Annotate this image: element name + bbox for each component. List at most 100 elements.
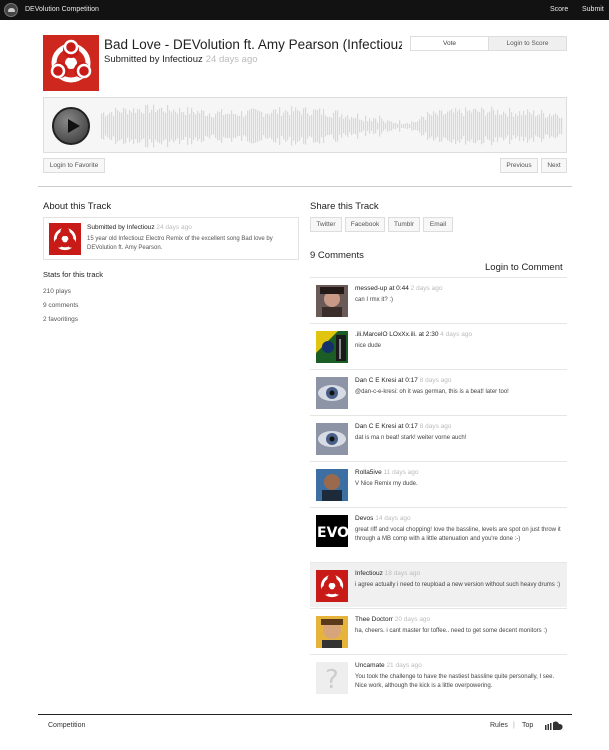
share-heading: Share this Track <box>310 201 379 212</box>
comment-time: 11 days ago <box>383 469 419 476</box>
comment-text: dat is ma n beat! stark! weiter vorne au… <box>355 435 467 441</box>
comment-time: 20 days ago <box>394 616 431 623</box>
track-title: Bad Love - DEVolution ft. Amy Pearson (I… <box>104 37 402 52</box>
share-twitter[interactable]: Twitter <box>310 217 342 232</box>
comment-text: V Nice Remix my dude. <box>355 481 418 487</box>
comment-author: Devos 14 days ago <box>355 515 411 522</box>
about-ago: 24 days ago <box>156 224 192 231</box>
avatar[interactable] <box>316 570 348 602</box>
comment-item: Dan C E Kresi at 0:17 8 days ago dat is … <box>310 415 567 460</box>
about-who: Submitted by Infectiouz 24 days ago <box>87 224 192 231</box>
comment-author-name[interactable]: messed-up at 0:44 <box>355 285 409 292</box>
nav-score[interactable]: Score <box>550 6 568 13</box>
comment-text: nice dude <box>355 343 382 349</box>
comments-list: messed-up at 0:44 2 days ago can I rmx i… <box>310 277 567 705</box>
track-submitted: Submitted by Infectiouz 24 days ago <box>104 54 258 65</box>
share-facebook[interactable]: Facebook <box>345 217 385 232</box>
submitted-ago: 24 days ago <box>205 54 258 65</box>
soundcloud-icon[interactable] <box>545 721 563 730</box>
app-title[interactable]: DEVolution Competition <box>25 6 99 13</box>
comment-time: 4 days ago <box>440 331 473 338</box>
footer-divider <box>38 714 572 715</box>
biohazard-avatar-icon <box>49 223 81 255</box>
about-description: 15 year old Infectiouz Electro Remix of … <box>87 236 273 251</box>
comment-item: Rolla5ive 11 days ago V Nice Remix my du… <box>310 461 567 506</box>
soundcloud-logo-icon[interactable] <box>4 3 18 17</box>
share-tumblr[interactable]: Tumblr <box>388 217 420 232</box>
comment-time: 21 days ago <box>386 662 422 669</box>
avatar[interactable] <box>316 423 348 455</box>
avatar[interactable] <box>316 285 348 317</box>
share-email[interactable]: Email <box>423 217 453 232</box>
biohazard-art-icon <box>43 35 99 91</box>
comment-item: Dan C E Kresi at 0:17 8 days ago @dan-c-… <box>310 369 567 414</box>
avatar[interactable] <box>316 377 348 409</box>
about-heading: About this Track <box>43 201 112 212</box>
footer-rules[interactable]: Rules <box>490 722 508 729</box>
comment-text: @dan-c-e-kresi: oh it was german, this i… <box>355 389 509 395</box>
comment-item: EVO Devos 14 days ago great riff and voc… <box>310 507 567 554</box>
waveform-player <box>43 97 567 153</box>
about-card: Submitted by Infectiouz 24 days ago 15 y… <box>43 217 299 260</box>
about-submitter[interactable]: Submitted by Infectiouz <box>87 224 155 231</box>
comment-item: .ili.MarcelO LOxXx.ili. at 2:30 4 days a… <box>310 323 567 368</box>
comment-item: Infectiouz 18 days ago i agree actually … <box>310 562 567 607</box>
avatar[interactable]: ? <box>316 662 348 694</box>
comment-item: Thee Doctorr 20 days ago ha, cheers. i c… <box>310 608 567 653</box>
footer-competition[interactable]: Competition <box>48 722 85 729</box>
comment-author-name[interactable]: Thee Doctorr <box>355 616 393 623</box>
comment-time: 18 days ago <box>384 570 421 577</box>
comment-item: messed-up at 0:44 2 days ago can I rmx i… <box>310 277 567 322</box>
previous-button[interactable]: Previous <box>500 158 538 173</box>
avatar[interactable]: EVO <box>316 515 348 547</box>
svg-text:?: ? <box>325 665 339 694</box>
favorite-button[interactable]: Login to Favorite <box>43 158 105 173</box>
comment-author: Uncamate 21 days ago <box>355 662 422 669</box>
login-to-comment-link[interactable]: Login to Comment <box>485 262 563 273</box>
comment-time: 8 days ago <box>419 377 452 384</box>
avatar[interactable] <box>316 616 348 648</box>
comments-heading: 9 Comments <box>310 250 364 261</box>
comment-text: i agree actually i need to reupload a ne… <box>355 582 561 588</box>
comment-author: Dan C E Kresi at 0:17 8 days ago <box>355 377 452 384</box>
comment-text: ha, cheers. i cant master for toffee.. n… <box>355 628 547 634</box>
comment-text: great riff and vocal chopping! love the … <box>355 527 561 542</box>
svg-text:EVO: EVO <box>317 525 348 541</box>
avatar[interactable] <box>316 331 348 363</box>
divider <box>38 186 572 187</box>
vote-tab[interactable]: Vote <box>411 37 488 50</box>
vote-box: Vote Login to Score <box>410 36 567 51</box>
comment-author-name[interactable]: Infectiouz <box>355 570 383 577</box>
stat-comments: 9 comments <box>43 302 79 309</box>
comment-author-name[interactable]: .ili.MarcelO LOxXx.ili. at 2:30 <box>355 331 438 338</box>
waveform[interactable] <box>101 102 563 150</box>
next-button[interactable]: Next <box>541 158 567 173</box>
submitter-avatar[interactable] <box>49 223 81 255</box>
comment-time: 2 days ago <box>410 285 443 292</box>
stat-plays: 210 plays <box>43 288 71 295</box>
comment-author: Rolla5ive 11 days ago <box>355 469 419 476</box>
comment-time: 14 days ago <box>375 515 411 522</box>
comment-author-name[interactable]: Dan C E Kresi at 0:17 <box>355 423 418 430</box>
footer-top[interactable]: Top <box>522 722 533 729</box>
nav-submit[interactable]: Submit <box>582 6 604 13</box>
track-header: Bad Love - DEVolution ft. Amy Pearson (I… <box>43 35 567 91</box>
comment-author-name[interactable]: Devos <box>355 515 373 522</box>
play-button-icon[interactable] <box>52 107 90 145</box>
comment-author-name[interactable]: Uncamate <box>355 662 385 669</box>
comment-time: 8 days ago <box>419 423 452 430</box>
footer-separator: | <box>513 722 515 729</box>
submitted-by[interactable]: Submitted by Infectiouz <box>104 54 203 65</box>
comment-text: You took the challenge to have the nasti… <box>355 674 555 689</box>
comment-text: can I rmx it? :) <box>355 297 394 303</box>
track-artwork[interactable] <box>43 35 99 91</box>
comment-item: ? Uncamate 21 days ago You took the chal… <box>310 654 567 705</box>
comment-author-name[interactable]: Dan C E Kresi at 0:17 <box>355 377 418 384</box>
comment-author: messed-up at 0:44 2 days ago <box>355 285 442 292</box>
avatar[interactable] <box>316 469 348 501</box>
comment-author: Thee Doctorr 20 days ago <box>355 616 430 623</box>
login-to-score-button[interactable]: Login to Score <box>488 37 566 50</box>
comment-author-name[interactable]: Rolla5ive <box>355 469 382 476</box>
top-bar: DEVolution Competition Score Submit <box>0 0 609 20</box>
stat-favoritings: 2 favoritings <box>43 316 79 323</box>
